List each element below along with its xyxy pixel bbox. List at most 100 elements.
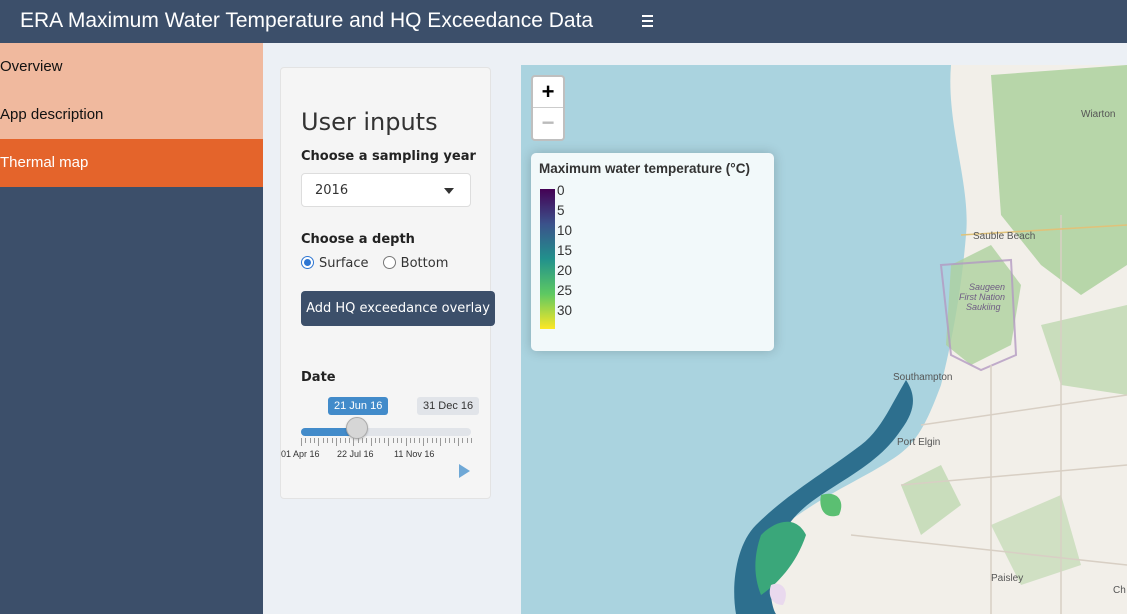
- slider-track[interactable]: [301, 428, 471, 436]
- slider-tick: [431, 438, 433, 443]
- zoom-in-button[interactable]: +: [533, 77, 563, 108]
- tick-label: 22 Jul 16: [337, 449, 374, 459]
- sidebar-item-label: Thermal map: [0, 154, 89, 171]
- slider-tick: [383, 438, 385, 443]
- hamburger-line: [642, 25, 653, 27]
- slider-tick: [440, 438, 442, 446]
- place-label: Wiarton: [1081, 109, 1116, 120]
- legend-label: 30: [557, 303, 573, 318]
- sidebar-item-thermal-map[interactable]: Thermal map: [0, 139, 263, 187]
- slider-tick: [353, 438, 355, 446]
- slider-tick: [331, 438, 333, 443]
- user-inputs-panel: User inputs Choose a sampling year 2016 …: [280, 67, 495, 499]
- slider-tick: [409, 438, 411, 443]
- sidebar-item-label: Overview: [0, 58, 63, 75]
- slider-handle[interactable]: [346, 417, 369, 439]
- slider-tick: [427, 438, 429, 443]
- slider-tick: [322, 438, 324, 443]
- slider-tick: [309, 438, 311, 443]
- hq-overlay-button[interactable]: Add HQ exceedance overlay: [301, 291, 495, 326]
- main-content: User inputs Choose a sampling year 2016 …: [263, 43, 1127, 614]
- slider-tick: [388, 438, 390, 446]
- slider-tick: [414, 438, 416, 443]
- legend-label: 0: [557, 183, 565, 198]
- legend-title: Maximum water temperature (°C): [539, 161, 750, 176]
- slider-tick: [366, 438, 368, 443]
- slider-tick: [453, 438, 455, 443]
- tick-label: 11 Nov 16: [394, 449, 435, 459]
- slider-tick: [436, 438, 438, 443]
- slider-tick: [340, 438, 342, 443]
- slider-tick: [318, 438, 320, 446]
- sidebar-item-label: App description: [0, 106, 104, 123]
- year-select-value: 2016: [315, 183, 349, 198]
- slider-ticks: [301, 438, 472, 446]
- slider-to-label: 31 Dec 16: [417, 397, 480, 415]
- depth-label: Choose a depth: [301, 232, 415, 247]
- radio-surface-label[interactable]: Surface: [319, 256, 369, 271]
- slider-tick: [335, 438, 337, 446]
- panel-title: User inputs: [301, 108, 438, 136]
- app-header: ERA Maximum Water Temperature and HQ Exc…: [0, 0, 1127, 43]
- slider-tick: [405, 438, 407, 446]
- zoom-control: + −: [531, 75, 565, 141]
- slider-tick: [305, 438, 307, 443]
- place-label: Saukiing: [966, 302, 1001, 312]
- date-slider: 21 Jun 16 31 Dec 16 01 Apr 16 22 Jul 16 …: [281, 386, 492, 478]
- temperature-legend: Maximum water temperature (°C) 0 5 10 15…: [531, 153, 774, 351]
- slider-tick: [375, 438, 377, 443]
- slider-tick: [466, 438, 468, 443]
- sidebar: Overview App description Thermal map: [0, 43, 263, 614]
- slider-tick: [423, 438, 425, 446]
- slider-tick: [401, 438, 403, 443]
- legend-label: 15: [557, 243, 573, 258]
- depth-radio-group: Surface Bottom: [301, 256, 458, 274]
- legend-label: 5: [557, 203, 565, 218]
- play-icon[interactable]: [459, 464, 470, 478]
- hamburger-line: [642, 15, 653, 17]
- slider-tick: [362, 438, 364, 443]
- legend-label: 20: [557, 263, 573, 278]
- radio-surface[interactable]: [301, 256, 314, 269]
- app-title: ERA Maximum Water Temperature and HQ Exc…: [20, 9, 594, 32]
- slider-tick: [301, 438, 302, 446]
- hamburger-line: [642, 20, 653, 22]
- place-label: First Nation: [959, 292, 1006, 302]
- sidebar-item-app-description[interactable]: App description: [0, 91, 263, 139]
- legend-label: 10: [557, 223, 573, 238]
- slider-tick: [314, 438, 316, 443]
- date-label: Date: [301, 370, 336, 385]
- place-label: Port Elgin: [897, 437, 941, 448]
- slider-tick: [344, 438, 346, 443]
- legend-label: 25: [557, 283, 573, 298]
- zoom-out-button[interactable]: −: [533, 108, 563, 139]
- slider-tick: [392, 438, 394, 443]
- slider-tick: [457, 438, 459, 446]
- slider-tick: [327, 438, 329, 443]
- place-label: Sauble Beach: [973, 231, 1036, 242]
- place-label: Ch: [1113, 585, 1126, 596]
- hamburger-icon[interactable]: [639, 9, 657, 31]
- slider-tick: [357, 438, 359, 443]
- slider-tick: [449, 438, 451, 443]
- slider-tick: [348, 438, 350, 443]
- slider-tick: [396, 438, 398, 443]
- sidebar-item-overview[interactable]: Overview: [0, 43, 263, 91]
- slider-tick: [370, 438, 372, 446]
- slider-tick: [462, 438, 464, 443]
- slider-from-label: 21 Jun 16: [328, 397, 389, 415]
- place-label: Paisley: [991, 573, 1024, 584]
- place-label: Southampton: [893, 372, 953, 383]
- thermal-map[interactable]: Wiarton Sauble Beach Saugeen First Natio…: [521, 65, 1127, 614]
- radio-bottom[interactable]: [382, 256, 396, 269]
- radio-bottom-label[interactable]: Bottom: [401, 256, 449, 271]
- year-label: Choose a sampling year: [301, 149, 476, 164]
- legend-color-bar: [540, 189, 555, 329]
- slider-tick: [418, 438, 420, 443]
- year-select[interactable]: 2016: [301, 173, 471, 207]
- slider-tick: [471, 438, 472, 443]
- slider-tick: [379, 438, 381, 443]
- caret-down-icon: [444, 188, 454, 194]
- place-label: Saugeen: [969, 282, 1006, 292]
- tick-label: 01 Apr 16: [281, 449, 320, 459]
